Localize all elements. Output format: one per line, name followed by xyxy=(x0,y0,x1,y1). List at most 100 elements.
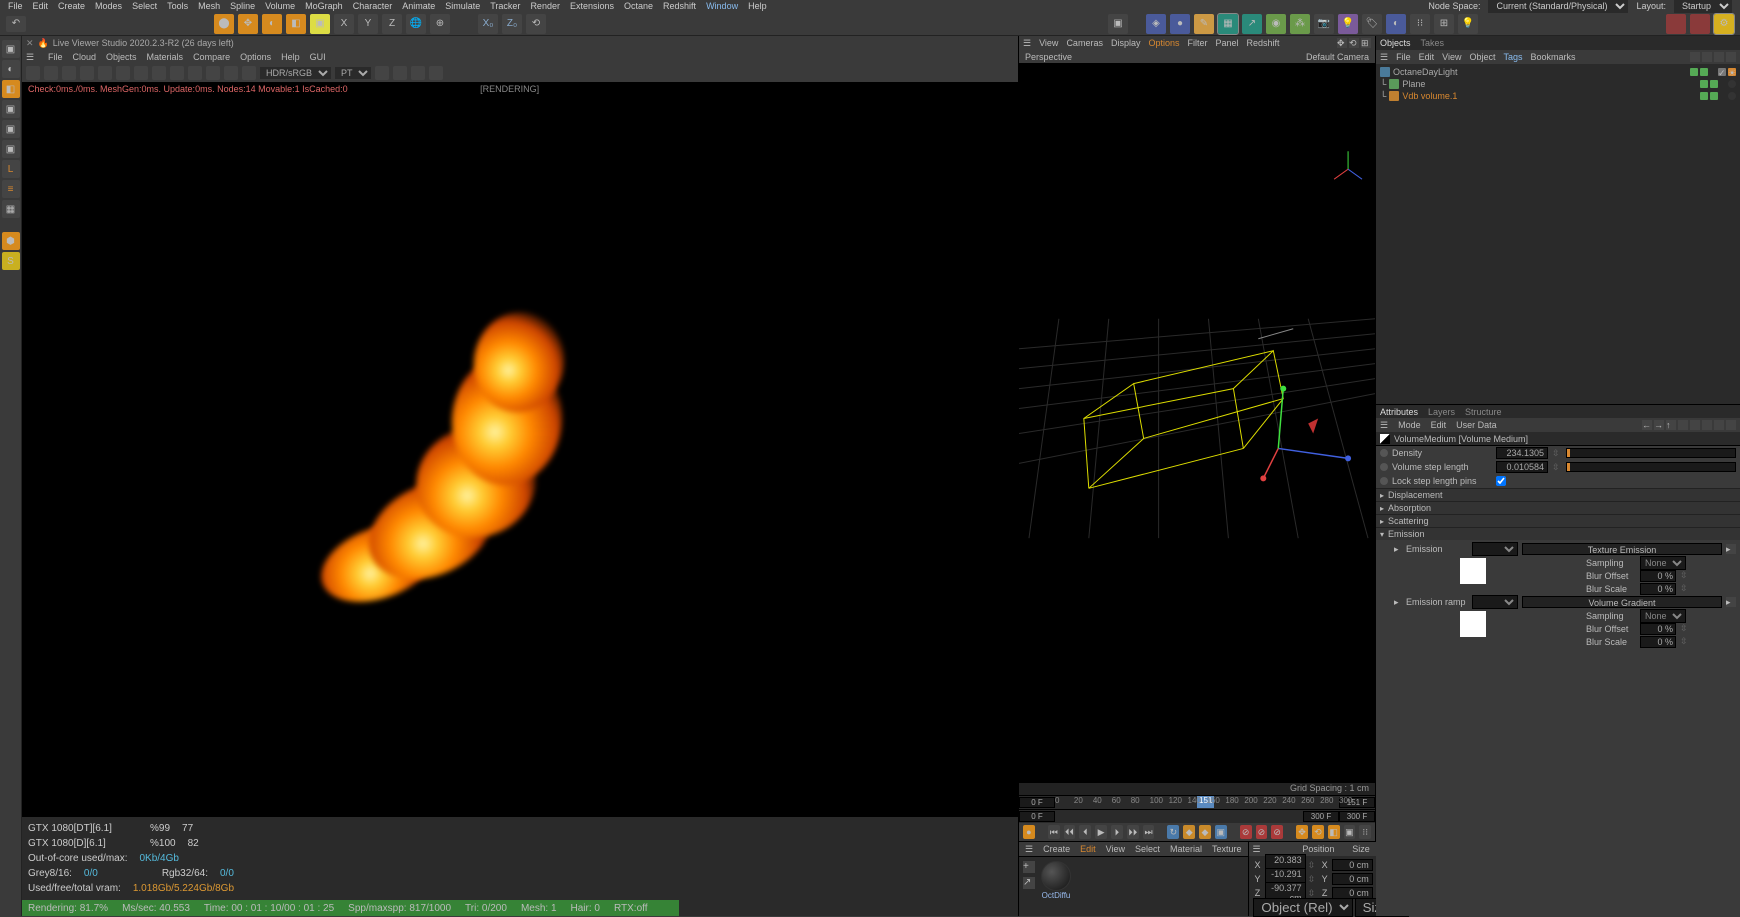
move-icon[interactable]: ✥ xyxy=(238,14,258,34)
emission-ramp-clear-icon[interactable]: ▸ xyxy=(1726,597,1736,607)
emission-swatch[interactable] xyxy=(1460,558,1486,584)
menu-volume[interactable]: Volume xyxy=(265,1,295,11)
attr-a-icon[interactable] xyxy=(1678,420,1688,430)
coords-icon[interactable]: ⊕ xyxy=(430,14,450,34)
tab-structure[interactable]: Structure xyxy=(1465,407,1502,417)
vp-menu-redshift[interactable]: Redshift xyxy=(1247,38,1280,48)
octane-2-icon[interactable]: S xyxy=(2,252,20,270)
point-mode-icon[interactable]: ▣ xyxy=(2,100,20,118)
obj-menu-object[interactable]: Object xyxy=(1469,52,1495,62)
cloner-icon[interactable]: ⁂ xyxy=(1290,14,1310,34)
camera-icon[interactable]: 📷 xyxy=(1314,14,1334,34)
lv-lock-icon[interactable] xyxy=(98,66,112,80)
attr-menu-mode[interactable]: Mode xyxy=(1398,420,1421,430)
obj-eye-icon[interactable] xyxy=(1702,52,1712,62)
timeline-start-bot[interactable] xyxy=(1019,811,1055,822)
lv-denoise-icon[interactable] xyxy=(224,66,238,80)
lv-menu-gui[interactable]: GUI xyxy=(310,52,326,62)
timeline-end-bot2[interactable] xyxy=(1339,811,1375,822)
timeline-range[interactable] xyxy=(1019,809,1375,823)
lv-color-select[interactable]: HDR/sRGB xyxy=(260,67,331,79)
lv-env-icon[interactable] xyxy=(411,66,425,80)
emission-sampling-select[interactable]: None xyxy=(1640,556,1686,570)
lv-menu-options[interactable]: Options xyxy=(240,52,271,62)
goto-end-icon[interactable]: ⏭ xyxy=(1143,825,1155,839)
axis-x-icon[interactable]: X xyxy=(334,14,354,34)
lv-misc-icon[interactable] xyxy=(429,66,443,80)
material-thumb[interactable] xyxy=(1041,861,1071,891)
live-select-icon[interactable]: ⬤ xyxy=(214,14,234,34)
attr-e-icon[interactable] xyxy=(1726,420,1736,430)
lv-menu-cloud[interactable]: Cloud xyxy=(73,52,97,62)
rs-tab-2-icon[interactable] xyxy=(1690,14,1710,34)
enable-snap-icon[interactable]: ▦ xyxy=(2,200,20,218)
mat-menu-edit[interactable]: Edit xyxy=(1080,844,1096,854)
undo-button[interactable]: ↶ xyxy=(6,16,26,32)
lv-region-icon[interactable] xyxy=(152,66,166,80)
texture-emission-button[interactable]: Texture Emission xyxy=(1522,543,1722,555)
pb-e-icon[interactable]: ⁝⁝ xyxy=(1359,825,1371,839)
loop-icon[interactable]: ↻ xyxy=(1167,825,1179,839)
ramp-bluroff-field[interactable]: 0 % xyxy=(1640,623,1676,635)
snap-icon[interactable]: ⁝⁝ xyxy=(1410,14,1430,34)
material-name[interactable]: OctDiffu xyxy=(1042,891,1071,900)
vp-nav-2-icon[interactable]: ⟲ xyxy=(1349,38,1359,48)
emission-ramp-swatch[interactable] xyxy=(1460,611,1486,637)
menu-character[interactable]: Character xyxy=(353,1,393,11)
obj-menu-tags[interactable]: Tags xyxy=(1503,52,1522,62)
tab-objects[interactable]: Objects xyxy=(1380,38,1411,48)
menu-modes[interactable]: Modes xyxy=(95,1,122,11)
reset-icon[interactable]: ⟲ xyxy=(526,14,546,34)
octane-tab-icon[interactable]: ⚙ xyxy=(1714,14,1734,34)
recent-tool-icon[interactable]: ▣ xyxy=(310,14,330,34)
lv-gear-icon[interactable] xyxy=(116,66,130,80)
menu-animate[interactable]: Animate xyxy=(402,1,435,11)
attr-up-icon[interactable]: ↑ xyxy=(1666,420,1676,430)
pb-b-icon[interactable]: ⟲ xyxy=(1312,825,1324,839)
menu-simulate[interactable]: Simulate xyxy=(445,1,480,11)
lv-menu-help[interactable]: Help xyxy=(281,52,300,62)
volume-icon[interactable]: ◉ xyxy=(1266,14,1286,34)
next-frame-icon[interactable]: ⏵ xyxy=(1111,825,1123,839)
vp-camera-label[interactable]: Default Camera xyxy=(1306,52,1369,62)
obj-menu-icon[interactable] xyxy=(1726,52,1736,62)
menu-mesh[interactable]: Mesh xyxy=(198,1,220,11)
goto-start-icon[interactable]: ⏮ xyxy=(1048,825,1060,839)
menu-tracker[interactable]: Tracker xyxy=(490,1,520,11)
menu-file[interactable]: File xyxy=(8,1,23,11)
menu-window[interactable]: Window xyxy=(706,1,738,11)
autokey-icon[interactable]: ● xyxy=(1023,825,1035,839)
model-mode-icon[interactable]: ▣ xyxy=(2,40,20,58)
vp-nav-1-icon[interactable]: ✥ xyxy=(1337,38,1347,48)
obj-filter-icon[interactable] xyxy=(1714,52,1724,62)
menu-tools[interactable]: Tools xyxy=(167,1,188,11)
menu-help[interactable]: Help xyxy=(748,1,767,11)
prev-key-icon[interactable]: ⏴⏴ xyxy=(1064,825,1076,839)
obj-menu-bookmarks[interactable]: Bookmarks xyxy=(1531,52,1576,62)
lv-channel-icon[interactable] xyxy=(242,66,256,80)
lv-menu-compare[interactable]: Compare xyxy=(193,52,230,62)
key-sel-icon[interactable]: ◆ xyxy=(1199,825,1211,839)
mat-menu-view[interactable]: View xyxy=(1106,844,1125,854)
texture-mode-icon[interactable]: ◐ xyxy=(2,60,20,78)
scale-icon[interactable]: ◧ xyxy=(286,14,306,34)
sphere-icon[interactable]: ● xyxy=(1170,14,1190,34)
lv-menu-objects[interactable]: Objects xyxy=(106,52,137,62)
emission-blurscale-field[interactable]: 0 % xyxy=(1640,583,1676,595)
lv-kernel-select[interactable]: PT xyxy=(335,67,371,79)
emission-dropdown[interactable] xyxy=(1472,542,1518,556)
section-scattering[interactable]: Scattering xyxy=(1376,514,1740,527)
light-icon[interactable]: 💡 xyxy=(1338,14,1358,34)
tag-icon[interactable]: 🏷 xyxy=(1362,14,1382,34)
layout-select[interactable]: Startup xyxy=(1674,0,1732,13)
mat-menu-select[interactable]: Select xyxy=(1135,844,1160,854)
vp-menu-filter[interactable]: Filter xyxy=(1188,38,1208,48)
section-emission[interactable]: Emission xyxy=(1376,527,1740,540)
xref-icon[interactable]: X₀ xyxy=(478,14,498,34)
polygon-mode-icon[interactable]: ▣ xyxy=(2,140,20,158)
attr-d-icon[interactable] xyxy=(1714,420,1724,430)
tab-layers[interactable]: Layers xyxy=(1428,407,1455,417)
lv-focus-icon[interactable] xyxy=(188,66,202,80)
tree-row-plane[interactable]: └ Plane xyxy=(1378,78,1738,90)
lv-cam-icon[interactable] xyxy=(393,66,407,80)
